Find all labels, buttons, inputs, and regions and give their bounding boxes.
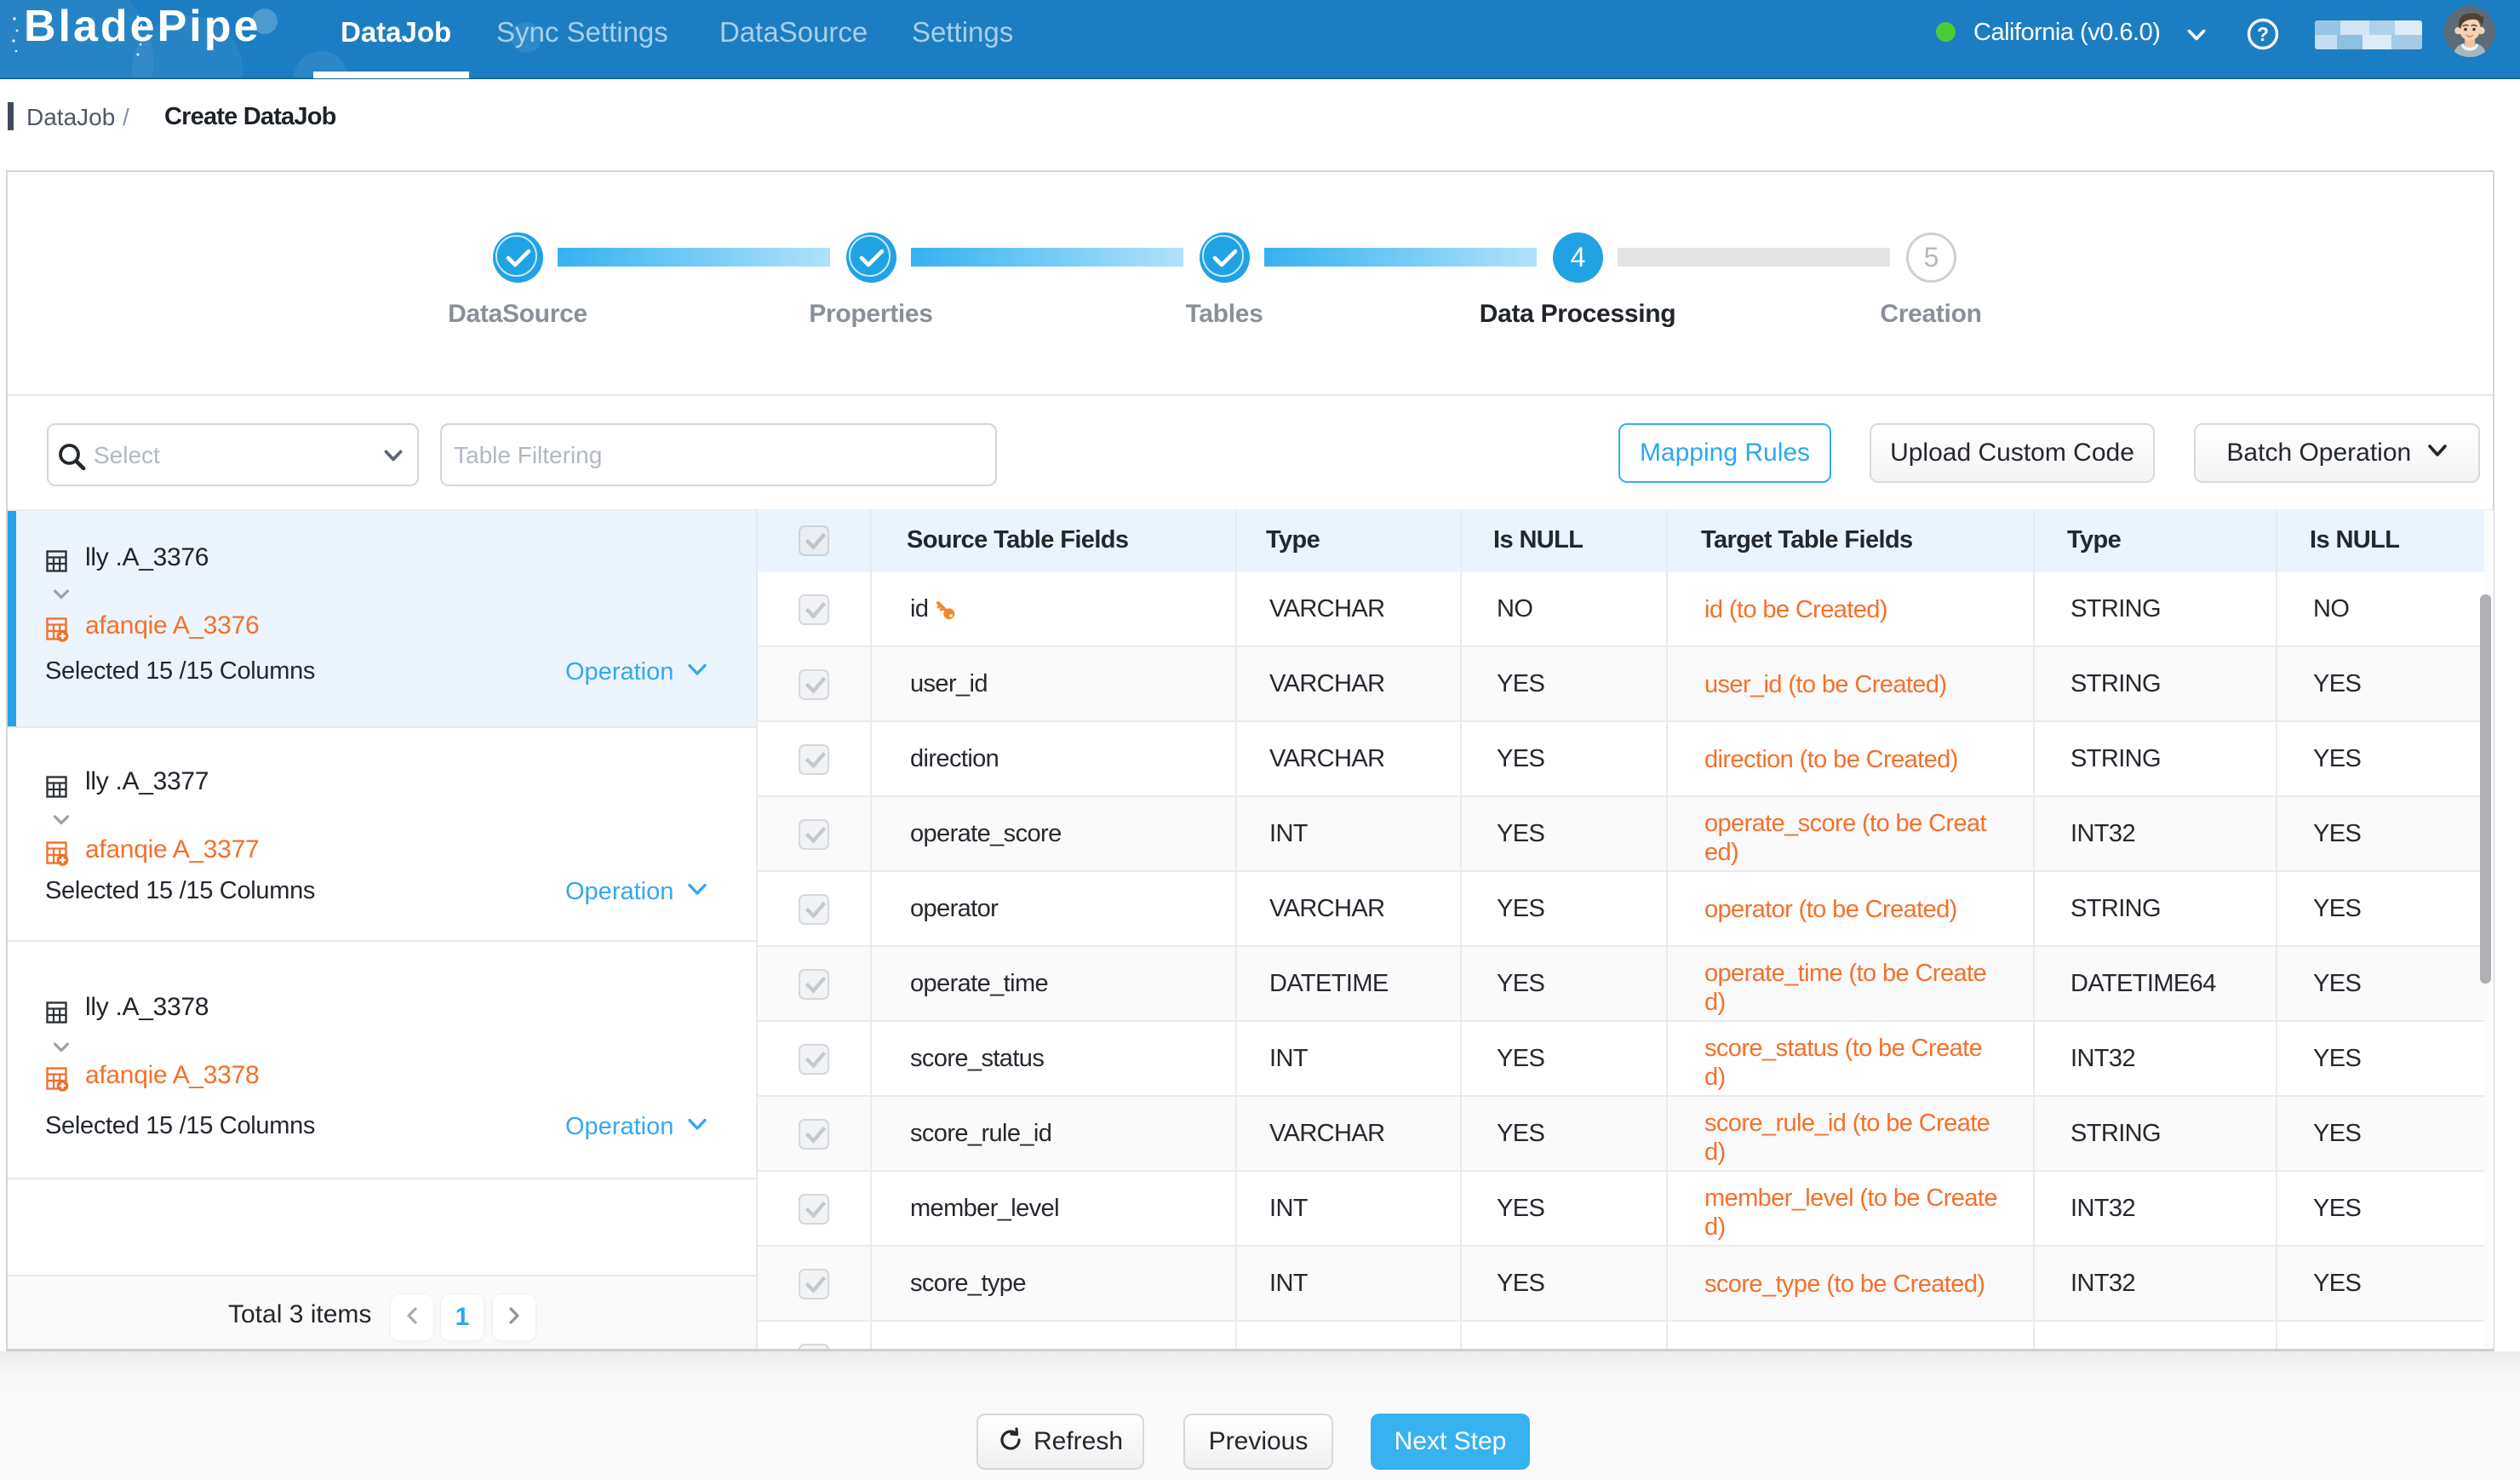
svg-text:?: ?	[2257, 23, 2269, 45]
